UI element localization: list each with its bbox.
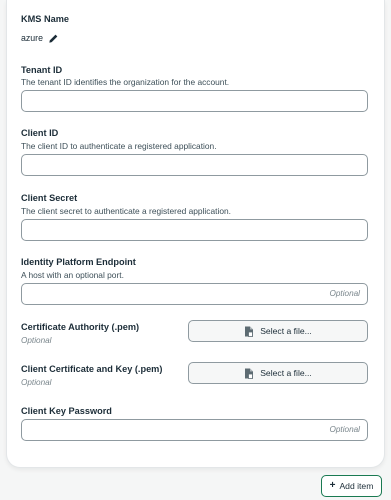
endpoint-description: A host with an optional port. xyxy=(21,270,124,280)
ca-label: Certificate Authority (.pem) xyxy=(21,322,140,332)
endpoint-input[interactable]: Optional xyxy=(21,283,368,305)
ca-select-file-label: Select a file... xyxy=(260,326,312,336)
client-cert-label: Client Certificate and Key (.pem) xyxy=(21,364,163,374)
kms-name-value: azure xyxy=(21,33,44,43)
client-key-password-label: Client Key Password xyxy=(21,406,112,416)
endpoint-placeholder: Optional xyxy=(329,289,361,298)
client-cert-select-file-button[interactable]: Select a file... xyxy=(188,362,368,384)
kms-name-label: KMS Name xyxy=(21,14,69,24)
endpoint-label: Identity Platform Endpoint xyxy=(21,257,136,267)
ca-select-file-button[interactable]: Select a file... xyxy=(188,320,368,342)
file-icon xyxy=(245,326,254,337)
client-id-label: Client ID xyxy=(21,128,59,138)
client-id-input[interactable] xyxy=(21,154,368,176)
client-id-description: The client ID to authenticate a register… xyxy=(21,141,217,151)
tenant-id-description: The tenant ID identifies the organizatio… xyxy=(21,77,230,87)
client-secret-input[interactable] xyxy=(21,219,368,241)
kms-form-card: KMS Name azure Tenant ID The tenant ID i… xyxy=(6,0,385,468)
pencil-icon[interactable] xyxy=(48,31,59,49)
client-key-password-placeholder: Optional xyxy=(329,425,361,434)
tenant-id-input[interactable] xyxy=(21,90,368,112)
client-secret-label: Client Secret xyxy=(21,193,78,203)
tenant-id-label: Tenant ID xyxy=(21,65,63,75)
client-cert-optional: Optional xyxy=(21,378,52,387)
client-key-password-input[interactable]: Optional xyxy=(21,419,368,441)
client-secret-description: The client secret to authenticate a regi… xyxy=(21,206,231,216)
add-item-button[interactable]: + Add item xyxy=(321,475,382,497)
file-icon xyxy=(245,368,254,379)
add-item-label: Add item xyxy=(339,481,374,491)
ca-optional: Optional xyxy=(21,336,52,345)
plus-icon: + xyxy=(329,480,336,491)
client-cert-select-file-label: Select a file... xyxy=(260,368,312,378)
